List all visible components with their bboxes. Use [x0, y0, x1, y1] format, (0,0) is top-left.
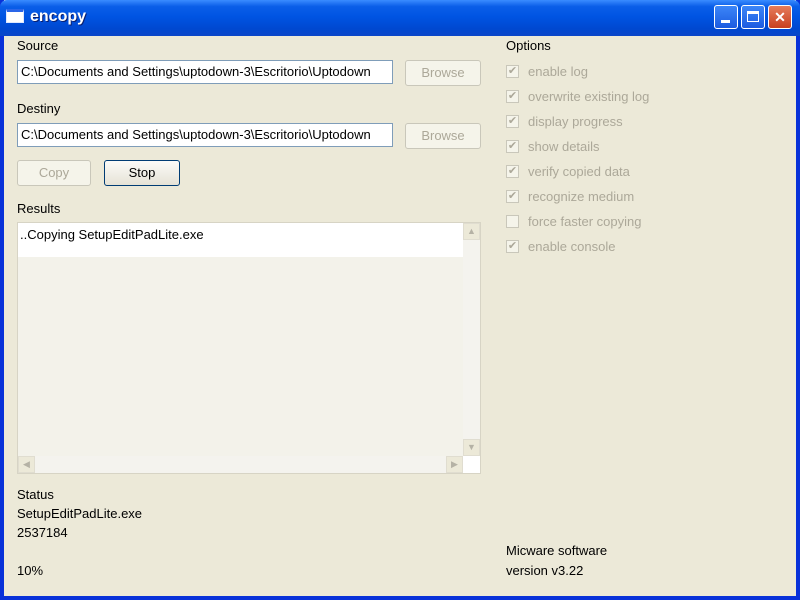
option-label: overwrite existing log	[528, 89, 650, 104]
close-icon: ✕	[774, 9, 786, 25]
destiny-browse-button[interactable]: Browse	[405, 123, 481, 149]
app-window: encopy ✕ Source C:\Documents and Setting…	[0, 0, 800, 600]
arrow-down-icon: ▼	[467, 442, 476, 452]
results-line: ..Copying SetupEditPadLite.exe	[20, 227, 204, 242]
options-label: Options	[506, 38, 551, 53]
option-label: enable console	[528, 239, 616, 254]
checkmark-icon[interactable]: ✔	[506, 140, 519, 153]
scroll-up-button[interactable]: ▲	[463, 223, 480, 240]
scroll-down-button[interactable]: ▼	[463, 439, 480, 456]
copy-button[interactable]: Copy	[17, 160, 91, 186]
close-button[interactable]: ✕	[768, 5, 792, 29]
destiny-label: Destiny	[17, 101, 61, 116]
scroll-right-button[interactable]: ▶	[446, 456, 463, 473]
status-percent: 10%	[17, 563, 44, 578]
horizontal-scrollbar[interactable]: ◀ ▶	[18, 456, 463, 473]
version-text: version v3.22	[506, 563, 584, 578]
title-bar[interactable]: encopy ✕	[0, 0, 800, 36]
status-file: SetupEditPadLite.exe	[17, 506, 143, 521]
minimize-button[interactable]	[714, 5, 738, 29]
status-bytes: 2537184	[17, 525, 68, 540]
option-label: display progress	[528, 114, 623, 129]
option-label: enable log	[528, 64, 588, 79]
window-title: encopy	[30, 8, 87, 25]
status-label: Status	[17, 487, 54, 502]
results-empty-area	[18, 257, 463, 456]
maximize-icon	[747, 11, 759, 22]
company-name: Micware software	[506, 543, 608, 558]
app-window-icon	[6, 9, 24, 23]
option-label: recognize medium	[528, 189, 635, 204]
stop-button[interactable]: Stop	[104, 160, 180, 186]
checkmark-icon[interactable]: ✔	[506, 240, 519, 253]
option-label: show details	[528, 139, 600, 154]
arrow-right-icon: ▶	[451, 459, 458, 469]
checkmark-icon[interactable]: ✔	[506, 165, 519, 178]
arrow-up-icon: ▲	[467, 226, 476, 236]
checkmark-icon[interactable]: ✔	[506, 115, 519, 128]
source-path-input[interactable]: C:\Documents and Settings\uptodown-3\Esc…	[17, 60, 393, 84]
results-listbox[interactable]: ..Copying SetupEditPadLite.exe ▲ ▼ ◀ ▶	[17, 222, 481, 474]
unchecked-box-icon[interactable]	[506, 215, 519, 228]
scroll-left-button[interactable]: ◀	[18, 456, 35, 473]
option-label: force faster copying	[528, 214, 642, 229]
arrow-left-icon: ◀	[23, 459, 30, 469]
destiny-path-input[interactable]: C:\Documents and Settings\uptodown-3\Esc…	[17, 123, 393, 147]
results-content: ..Copying SetupEditPadLite.exe	[18, 223, 463, 456]
source-browse-button[interactable]: Browse	[405, 60, 481, 86]
maximize-button[interactable]	[741, 5, 765, 29]
results-label: Results	[17, 201, 61, 216]
option-label: verify copied data	[528, 164, 630, 179]
minimize-icon	[721, 20, 730, 23]
checkmark-icon[interactable]: ✔	[506, 65, 519, 78]
checkmark-icon[interactable]: ✔	[506, 190, 519, 203]
source-label: Source	[17, 38, 59, 53]
vertical-scrollbar[interactable]: ▲ ▼	[463, 223, 480, 456]
checkmark-icon[interactable]: ✔	[506, 90, 519, 103]
